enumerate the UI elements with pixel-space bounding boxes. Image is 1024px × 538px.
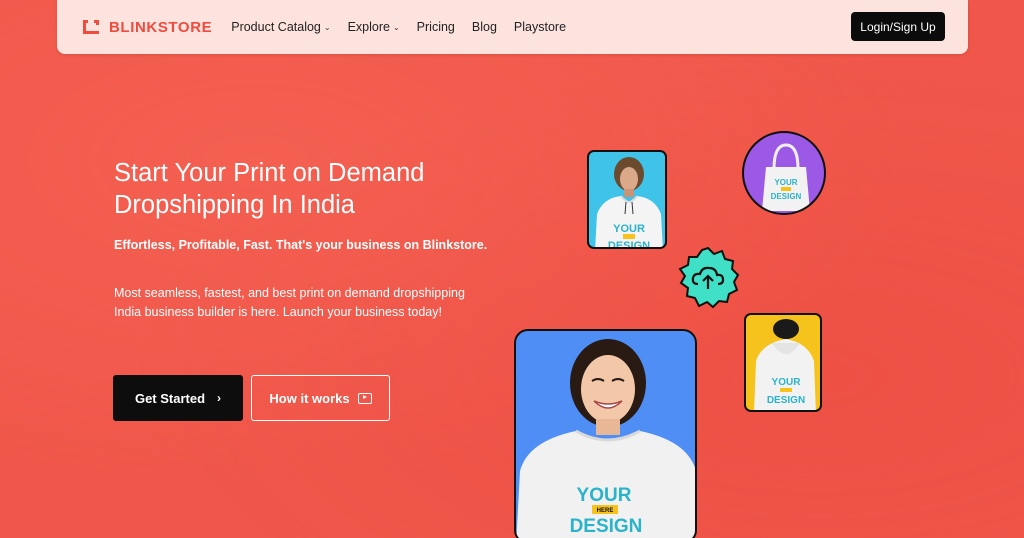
login-signup-button[interactable]: Login/Sign Up	[851, 12, 945, 41]
nav-item-label: Explore	[347, 20, 390, 34]
nav-item-label: Blog	[471, 20, 497, 34]
hero-title-line-1: Start Your Print on Demand	[114, 159, 425, 187]
nav-item-label: Pricing	[416, 20, 455, 34]
cloud-upload-icon	[676, 246, 740, 310]
brand-logo[interactable]: BLINKSTORE	[83, 19, 212, 36]
get-started-button[interactable]: Get Started ›	[113, 375, 243, 421]
back-print-design: DESIGN	[767, 395, 805, 406]
shirt-print-here: HERE	[597, 508, 614, 514]
print-text-design: DESIGN	[608, 240, 650, 249]
chevron-down-icon: ⌄	[323, 22, 331, 32]
nav-item-pricing[interactable]: Pricing	[417, 20, 455, 34]
hoodie-model-image: YOUR DESIGN	[587, 150, 667, 249]
brand-name: BLINKSTORE	[109, 18, 213, 36]
how-it-works-button[interactable]: How it works	[251, 375, 390, 421]
nav-item-explore[interactable]: Explore ⌄	[348, 20, 400, 34]
nav-menu: Product Catalog ⌄ Explore ⌄ Pricing Blog…	[231, 20, 583, 34]
nav-item-label: Product Catalog	[231, 20, 321, 34]
nav-item-product-catalog[interactable]: Product Catalog ⌄	[231, 20, 330, 34]
hero-title: Start Your Print on Demand Dropshipping …	[114, 157, 514, 221]
chevron-down-icon: ⌄	[392, 22, 400, 32]
print-text-your: YOUR	[613, 223, 645, 235]
hero-description: Most seamless, fastest, and best print o…	[114, 286, 465, 319]
top-nav: BLINKSTORE Product Catalog ⌄ Explore ⌄ P…	[57, 0, 968, 54]
shirt-print-design: DESIGN	[570, 516, 643, 537]
hoodie-back-image: YOUR DESIGN	[744, 313, 822, 412]
tote-bag-image: YOUR DESIGN	[742, 131, 826, 215]
nav-item-blog[interactable]: Blog	[472, 20, 497, 34]
hero-title-line-2: Dropshipping In India	[114, 191, 355, 219]
back-print-your: YOUR	[772, 377, 802, 388]
logo-mark-icon	[83, 20, 99, 34]
tshirt-model-image: YOUR HERE DESIGN	[514, 329, 697, 538]
bag-print-design: DESIGN	[771, 192, 802, 201]
nav-item-playstore[interactable]: Playstore	[514, 20, 566, 34]
get-started-label: Get Started	[134, 390, 206, 406]
play-icon	[357, 392, 372, 404]
chevron-right-icon: ›	[217, 391, 222, 405]
hero-subtitle: Effortless, Profitable, Fast. That's you…	[114, 238, 488, 252]
bag-print-your: YOUR	[774, 178, 797, 187]
nav-item-label: Playstore	[513, 20, 567, 34]
shirt-print-your: YOUR	[577, 485, 632, 506]
how-it-works-label: How it works	[269, 390, 350, 406]
